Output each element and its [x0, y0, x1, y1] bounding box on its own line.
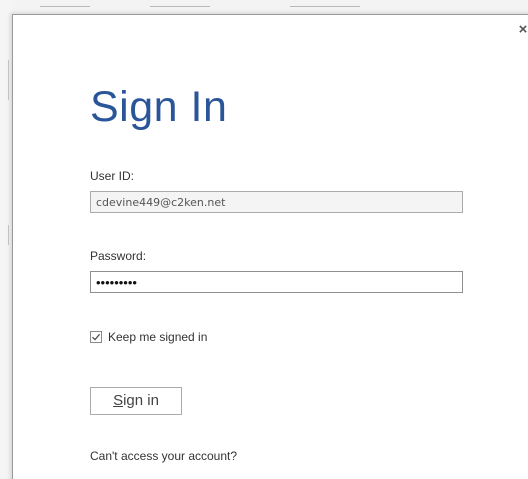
- background-divider: [150, 6, 210, 7]
- keep-signed-in-checkbox[interactable]: Keep me signed in: [90, 329, 207, 345]
- dialog-title: Sign In: [90, 83, 228, 131]
- sign-in-button-label: ign in: [123, 392, 159, 409]
- user-id-field[interactable]: [90, 191, 463, 213]
- checkbox-box[interactable]: [90, 331, 102, 343]
- background-window-left: [0, 0, 12, 479]
- background-divider: [290, 6, 360, 7]
- background-window-top: [0, 0, 528, 14]
- password-field[interactable]: [90, 271, 463, 293]
- background-divider: [40, 6, 90, 7]
- sign-in-dialog: × Sign In User ID: Password: Keep me sig…: [12, 14, 528, 479]
- close-button[interactable]: ×: [515, 22, 528, 38]
- background-divider: [8, 225, 9, 245]
- background-divider: [8, 60, 9, 100]
- close-icon[interactable]: ×: [519, 21, 528, 38]
- cant-access-account-link[interactable]: Can't access your account?: [90, 449, 237, 463]
- access-key-letter: S: [113, 392, 124, 409]
- sign-in-button[interactable]: Sign in: [90, 387, 182, 415]
- user-id-label: User ID:: [90, 169, 135, 183]
- checkmark-icon: [92, 333, 101, 341]
- app-background: × Sign In User ID: Password: Keep me sig…: [0, 0, 528, 479]
- password-label: Password:: [90, 249, 147, 263]
- keep-signed-in-label: Keep me signed in: [108, 330, 208, 344]
